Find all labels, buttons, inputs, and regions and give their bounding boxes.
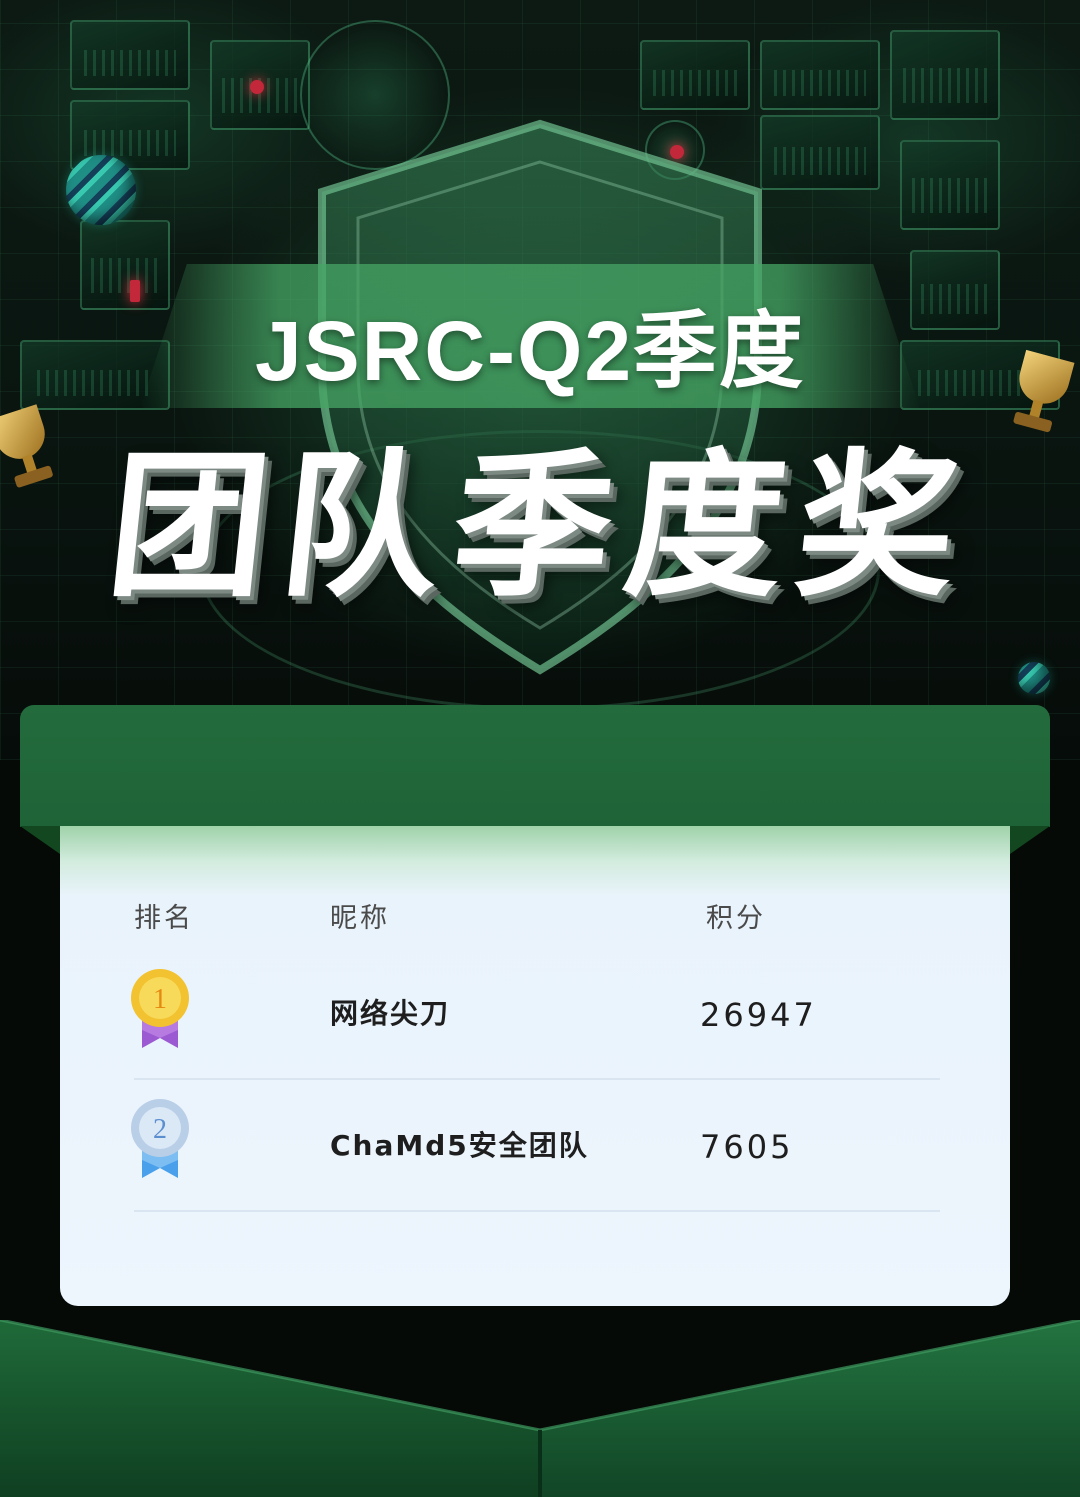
- card-header-band: [20, 705, 1050, 827]
- column-header-score: 积分: [706, 903, 766, 934]
- monitor-screen: [640, 40, 750, 110]
- alert-light: [250, 80, 264, 94]
- bottom-stage-decoration: [0, 1320, 1080, 1497]
- alert-light: [130, 280, 140, 302]
- table-row: 1 网络尖刀 26947: [60, 946, 1010, 1078]
- decorative-orb: [66, 155, 136, 225]
- monitor-screen: [900, 140, 1000, 230]
- monitor-screen: [890, 30, 1000, 120]
- team-nickname: ChaMd5安全团队: [330, 1129, 589, 1162]
- row-divider: [134, 1210, 940, 1212]
- table-row: 2 ChaMd5安全团队 7605: [60, 1078, 1010, 1210]
- poster-subtitle: JSRC-Q2季度: [254, 304, 806, 398]
- team-score: 7605: [700, 1128, 794, 1166]
- column-header-rank: 排名: [134, 903, 194, 934]
- team-score: 26947: [700, 996, 817, 1034]
- poster-title: 团队季度奖: [100, 435, 980, 619]
- band-fold-left: [20, 826, 60, 854]
- medal-rank-number: 1: [153, 984, 167, 1015]
- monitor-screen: [910, 250, 1000, 330]
- monitor-screen: [760, 115, 880, 190]
- medal-rank-number: 2: [153, 1114, 167, 1145]
- decorative-orb: [1018, 662, 1050, 694]
- hero-background: JSRC-Q2季度 团队季度奖: [0, 0, 1080, 760]
- silver-medal-icon: 2: [131, 1099, 189, 1178]
- column-header-nickname: 昵称: [330, 903, 390, 934]
- gold-medal-icon: 1: [131, 969, 189, 1048]
- team-nickname: 网络尖刀: [330, 997, 451, 1030]
- monitor-screen: [760, 40, 880, 110]
- band-fold-right: [1010, 826, 1050, 854]
- monitor-screen: [70, 20, 190, 90]
- leaderboard-card: 排名 昵称 积分 1 网络尖刀 26947 2 ChaMd5安全团队 7605: [60, 826, 1010, 1306]
